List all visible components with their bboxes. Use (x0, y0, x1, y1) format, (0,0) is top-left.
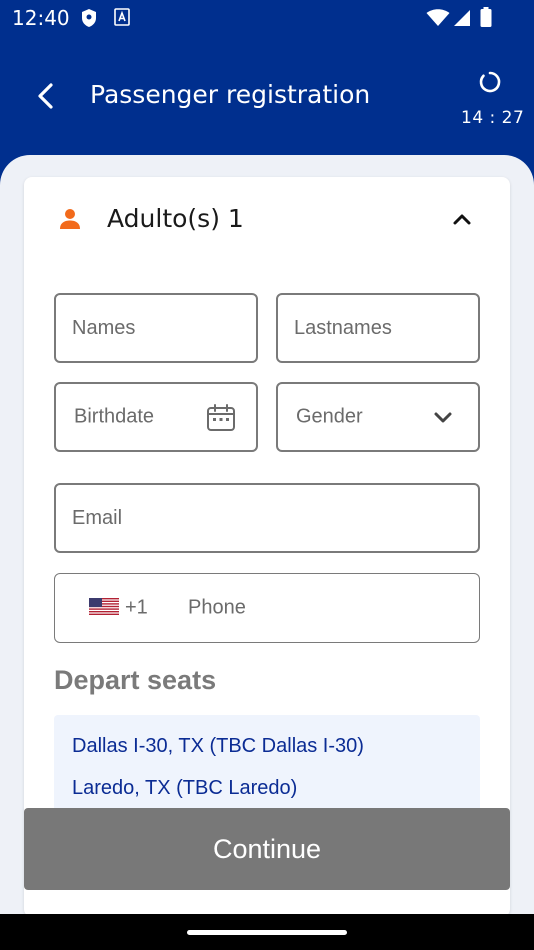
status-time: 12:40 (12, 6, 70, 30)
depart-seats-title: Depart seats (54, 665, 217, 695)
page-title: Passenger registration (90, 80, 371, 109)
person-icon (58, 207, 82, 235)
back-button[interactable] (28, 78, 64, 114)
home-indicator[interactable] (187, 930, 347, 935)
passenger-card: Adulto(s) 1 Birthdate Gender (24, 177, 510, 917)
chevron-down-icon (432, 407, 454, 433)
signal-icon (453, 9, 471, 31)
gender-placeholder: Gender (296, 405, 363, 428)
seat-route-item[interactable]: Dallas I-30, TX (TBC Dallas I-30) (72, 735, 364, 758)
chevron-left-icon (38, 83, 53, 109)
email-field[interactable] (54, 483, 480, 553)
us-flag-icon (89, 598, 119, 615)
names-field[interactable] (54, 293, 258, 363)
calendar-icon[interactable] (206, 403, 236, 437)
lastnames-input[interactable] (294, 295, 462, 361)
app-bar: Passenger registration 14 : 27 (0, 36, 534, 166)
depart-seats-box: Dallas I-30, TX (TBC Dallas I-30) Laredo… (54, 715, 480, 815)
continue-button[interactable]: Continue (24, 808, 510, 890)
system-navigation-bar (0, 914, 534, 950)
birthdate-placeholder: Birthdate (74, 405, 155, 428)
wifi-icon (426, 9, 450, 31)
email-input[interactable] (72, 485, 462, 551)
battery-icon (480, 7, 492, 31)
status-bar: 12:40 (0, 0, 534, 36)
gender-select[interactable]: Gender (276, 382, 480, 452)
phone-field[interactable]: +1 Phone (54, 573, 480, 643)
countdown-timer: 14 : 27 (461, 108, 525, 128)
birthdate-field[interactable]: Birthdate (54, 382, 258, 452)
content-sheet: Adulto(s) 1 Birthdate Gender (0, 155, 534, 917)
passenger-section-header[interactable]: Adulto(s) 1 (24, 177, 510, 267)
names-input[interactable] (72, 295, 240, 361)
timer-icon (478, 70, 502, 98)
passenger-section-title: Adulto(s) 1 (107, 204, 244, 233)
phone-placeholder[interactable]: Phone (188, 597, 246, 620)
country-flag-selector[interactable] (89, 598, 119, 619)
seat-route-item[interactable]: Laredo, TX (TBC Laredo) (72, 777, 297, 800)
chevron-up-icon[interactable] (450, 207, 474, 235)
font-status-icon (114, 8, 130, 30)
lastnames-field[interactable] (276, 293, 480, 363)
phone-country-code: +1 (125, 596, 148, 619)
shield-status-icon (80, 8, 98, 32)
